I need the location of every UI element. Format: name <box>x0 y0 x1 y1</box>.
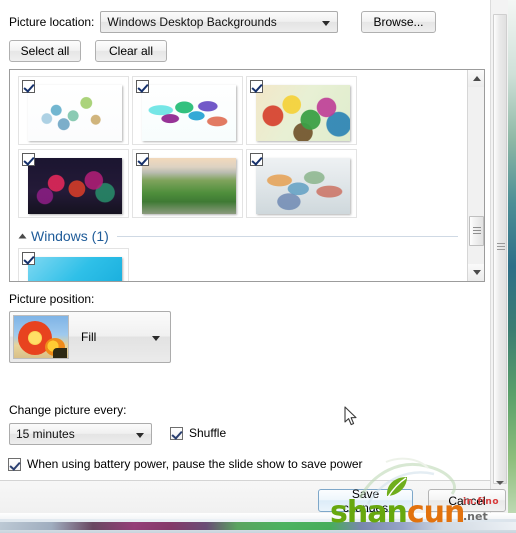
picture-location-select[interactable]: Windows Desktop Backgrounds <box>100 11 339 33</box>
thumbnail-item[interactable] <box>18 248 129 281</box>
thumbnail-checkbox[interactable] <box>250 153 263 166</box>
thumbnail-image <box>256 158 350 214</box>
thumbnail-checkbox[interactable] <box>22 153 35 166</box>
chevron-down-icon <box>496 481 504 485</box>
thumbnail-item[interactable] <box>246 76 357 145</box>
scroll-up-button[interactable] <box>468 70 484 87</box>
select-all-button[interactable]: Select all <box>9 40 81 62</box>
gallery-group-title: Windows (1) <box>31 228 109 244</box>
thumbnail-checkbox[interactable] <box>136 80 149 93</box>
save-changes-button[interactable]: Save changes <box>318 487 413 515</box>
preview-shadow <box>53 348 67 358</box>
scroll-down-button[interactable] <box>468 264 484 281</box>
thumbnail-item[interactable] <box>18 76 129 145</box>
taskbar-color-strip <box>0 522 516 530</box>
gallery-group-header[interactable]: Windows (1) <box>18 228 458 244</box>
battery-power-checkbox[interactable] <box>8 457 21 471</box>
picture-location-value: Windows Desktop Backgrounds <box>107 15 277 29</box>
shuffle-label: Shuffle <box>189 426 227 440</box>
thumbnail-item[interactable] <box>246 149 357 218</box>
thumbnail-image <box>28 85 122 141</box>
picture-position-label: Picture position: <box>9 292 95 306</box>
picture-position-select[interactable]: Fill <box>9 311 171 363</box>
selection-buttons: Select all Clear all <box>9 40 181 62</box>
chevron-down-icon <box>152 336 160 341</box>
picture-location-label: Picture location: <box>9 15 95 29</box>
gallery-content: Windows (1) <box>10 70 468 281</box>
thumbnail-checkbox[interactable] <box>136 153 149 166</box>
battery-power-row[interactable]: When using battery power, pause the slid… <box>8 457 363 471</box>
thumbnail-checkbox[interactable] <box>22 252 35 265</box>
thumbnail-image <box>142 85 236 141</box>
page-scrollbar[interactable] <box>490 0 508 533</box>
desktop-background-panel: Picture location: Windows Desktop Backgr… <box>0 0 490 533</box>
change-picture-value: 15 minutes <box>16 427 75 441</box>
change-picture-label: Change picture every: <box>9 403 127 417</box>
group-thumbnail-grid <box>18 248 468 281</box>
wallpaper-gallery[interactable]: Windows (1) <box>9 69 485 282</box>
thumbnail-image <box>256 85 350 141</box>
browse-button[interactable]: Browse... <box>361 11 436 33</box>
group-divider <box>116 235 458 237</box>
page-scrollbar-thumb[interactable] <box>493 14 507 484</box>
thumbnail-image <box>142 158 236 214</box>
chevron-down-icon <box>473 270 481 275</box>
thumbnail-checkbox[interactable] <box>250 80 263 93</box>
shuffle-checkbox[interactable] <box>170 426 183 440</box>
footer-bar <box>0 481 490 514</box>
picture-position-row: Fill <box>9 311 171 363</box>
collapse-triangle-icon[interactable] <box>18 233 27 239</box>
picture-position-preview <box>13 315 69 359</box>
scrollbar-thumb[interactable] <box>469 216 484 246</box>
cancel-button[interactable]: Cancel <box>428 489 506 512</box>
taskbar <box>0 513 516 533</box>
shuffle-row[interactable]: Shuffle <box>170 426 226 440</box>
thumbnail-grid <box>18 76 468 222</box>
desktop-background-sliver <box>508 0 516 533</box>
chevron-down-icon <box>136 433 144 438</box>
picture-position-value: Fill <box>81 330 97 344</box>
scrollbar-grip-icon <box>473 227 481 236</box>
chevron-up-icon <box>473 76 481 81</box>
battery-power-label: When using battery power, pause the slid… <box>27 457 363 471</box>
thumbnail-image <box>28 158 122 214</box>
change-picture-select[interactable]: 15 minutes <box>9 423 152 445</box>
mouse-cursor-icon <box>344 406 357 426</box>
clear-all-button[interactable]: Clear all <box>95 40 167 62</box>
thumbnail-item[interactable] <box>132 76 243 145</box>
thumbnail-image <box>28 257 122 281</box>
gallery-scrollbar[interactable] <box>467 70 484 281</box>
thumbnail-checkbox[interactable] <box>22 80 35 93</box>
thumbnail-item[interactable] <box>132 149 243 218</box>
chevron-down-icon <box>322 21 331 26</box>
thumbnail-item[interactable] <box>18 149 129 218</box>
scrollbar-grip-icon <box>497 243 505 252</box>
